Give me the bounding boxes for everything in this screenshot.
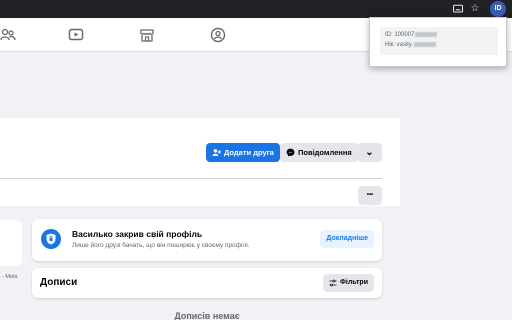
posts-title: Дописи [40, 277, 78, 288]
add-friend-label: Додати друга [224, 148, 274, 157]
shield-icon [41, 229, 61, 249]
posts-card: Дописи Фільтри [32, 268, 382, 298]
message-label: Повідомлення [298, 148, 352, 157]
cover-photo-area [0, 52, 400, 118]
message-button[interactable]: Повідомлення [280, 143, 358, 162]
intro-card [0, 220, 22, 266]
messenger-icon [286, 148, 295, 157]
filters-label: Фільтри [339, 279, 368, 286]
add-friend-icon [212, 149, 221, 156]
star-icon[interactable]: ☆ [468, 2, 482, 16]
user-id-text: ID: 100007 [385, 32, 415, 39]
no-posts-text: Дописів немає [174, 311, 240, 320]
redacted-id [415, 32, 438, 37]
learn-more-button[interactable]: Докладніше [320, 230, 374, 248]
more-options-button[interactable]: ⌄ [357, 143, 382, 162]
locked-description: Лише його друзі бачать, що він поширює у… [72, 242, 250, 249]
meta-footer-text[interactable]: - Meta [2, 274, 18, 280]
extension-popup: ID: 100007 Нік: vasily. [369, 17, 507, 67]
more-dots-icon: ••• [366, 192, 374, 198]
profile-header: Додати друга Повідомлення ⌄ ••• [0, 118, 400, 206]
nick-text: Нік: vasily. [385, 42, 413, 49]
locked-profile-card: Василько закрив свій профіль Лише його д… [32, 219, 382, 261]
locked-title: Василько закрив свій профіль [72, 229, 203, 239]
browser-toolbar: ☆ ID [0, 0, 512, 18]
profile-divider [0, 178, 382, 179]
profile-avatar[interactable]: ID [490, 1, 506, 17]
add-friend-button[interactable]: Додати друга [206, 143, 280, 162]
tabs-more-button[interactable]: ••• [358, 186, 382, 205]
filters-button[interactable]: Фільтри [322, 274, 374, 292]
redacted-nick [413, 42, 436, 47]
marketplace-icon[interactable] [139, 27, 155, 43]
chevron-down-icon: ⌄ [365, 146, 374, 158]
nick-line[interactable]: Нік: vasily. [385, 42, 436, 48]
filter-icon [329, 279, 337, 287]
watch-icon[interactable] [68, 27, 84, 43]
popup-info-box: ID: 100007 Нік: vasily. [380, 27, 498, 55]
groups-icon[interactable] [210, 27, 226, 43]
user-id-line[interactable]: ID: 100007 [385, 32, 438, 39]
friends-icon[interactable] [0, 27, 16, 43]
cast-icon[interactable] [451, 2, 465, 16]
